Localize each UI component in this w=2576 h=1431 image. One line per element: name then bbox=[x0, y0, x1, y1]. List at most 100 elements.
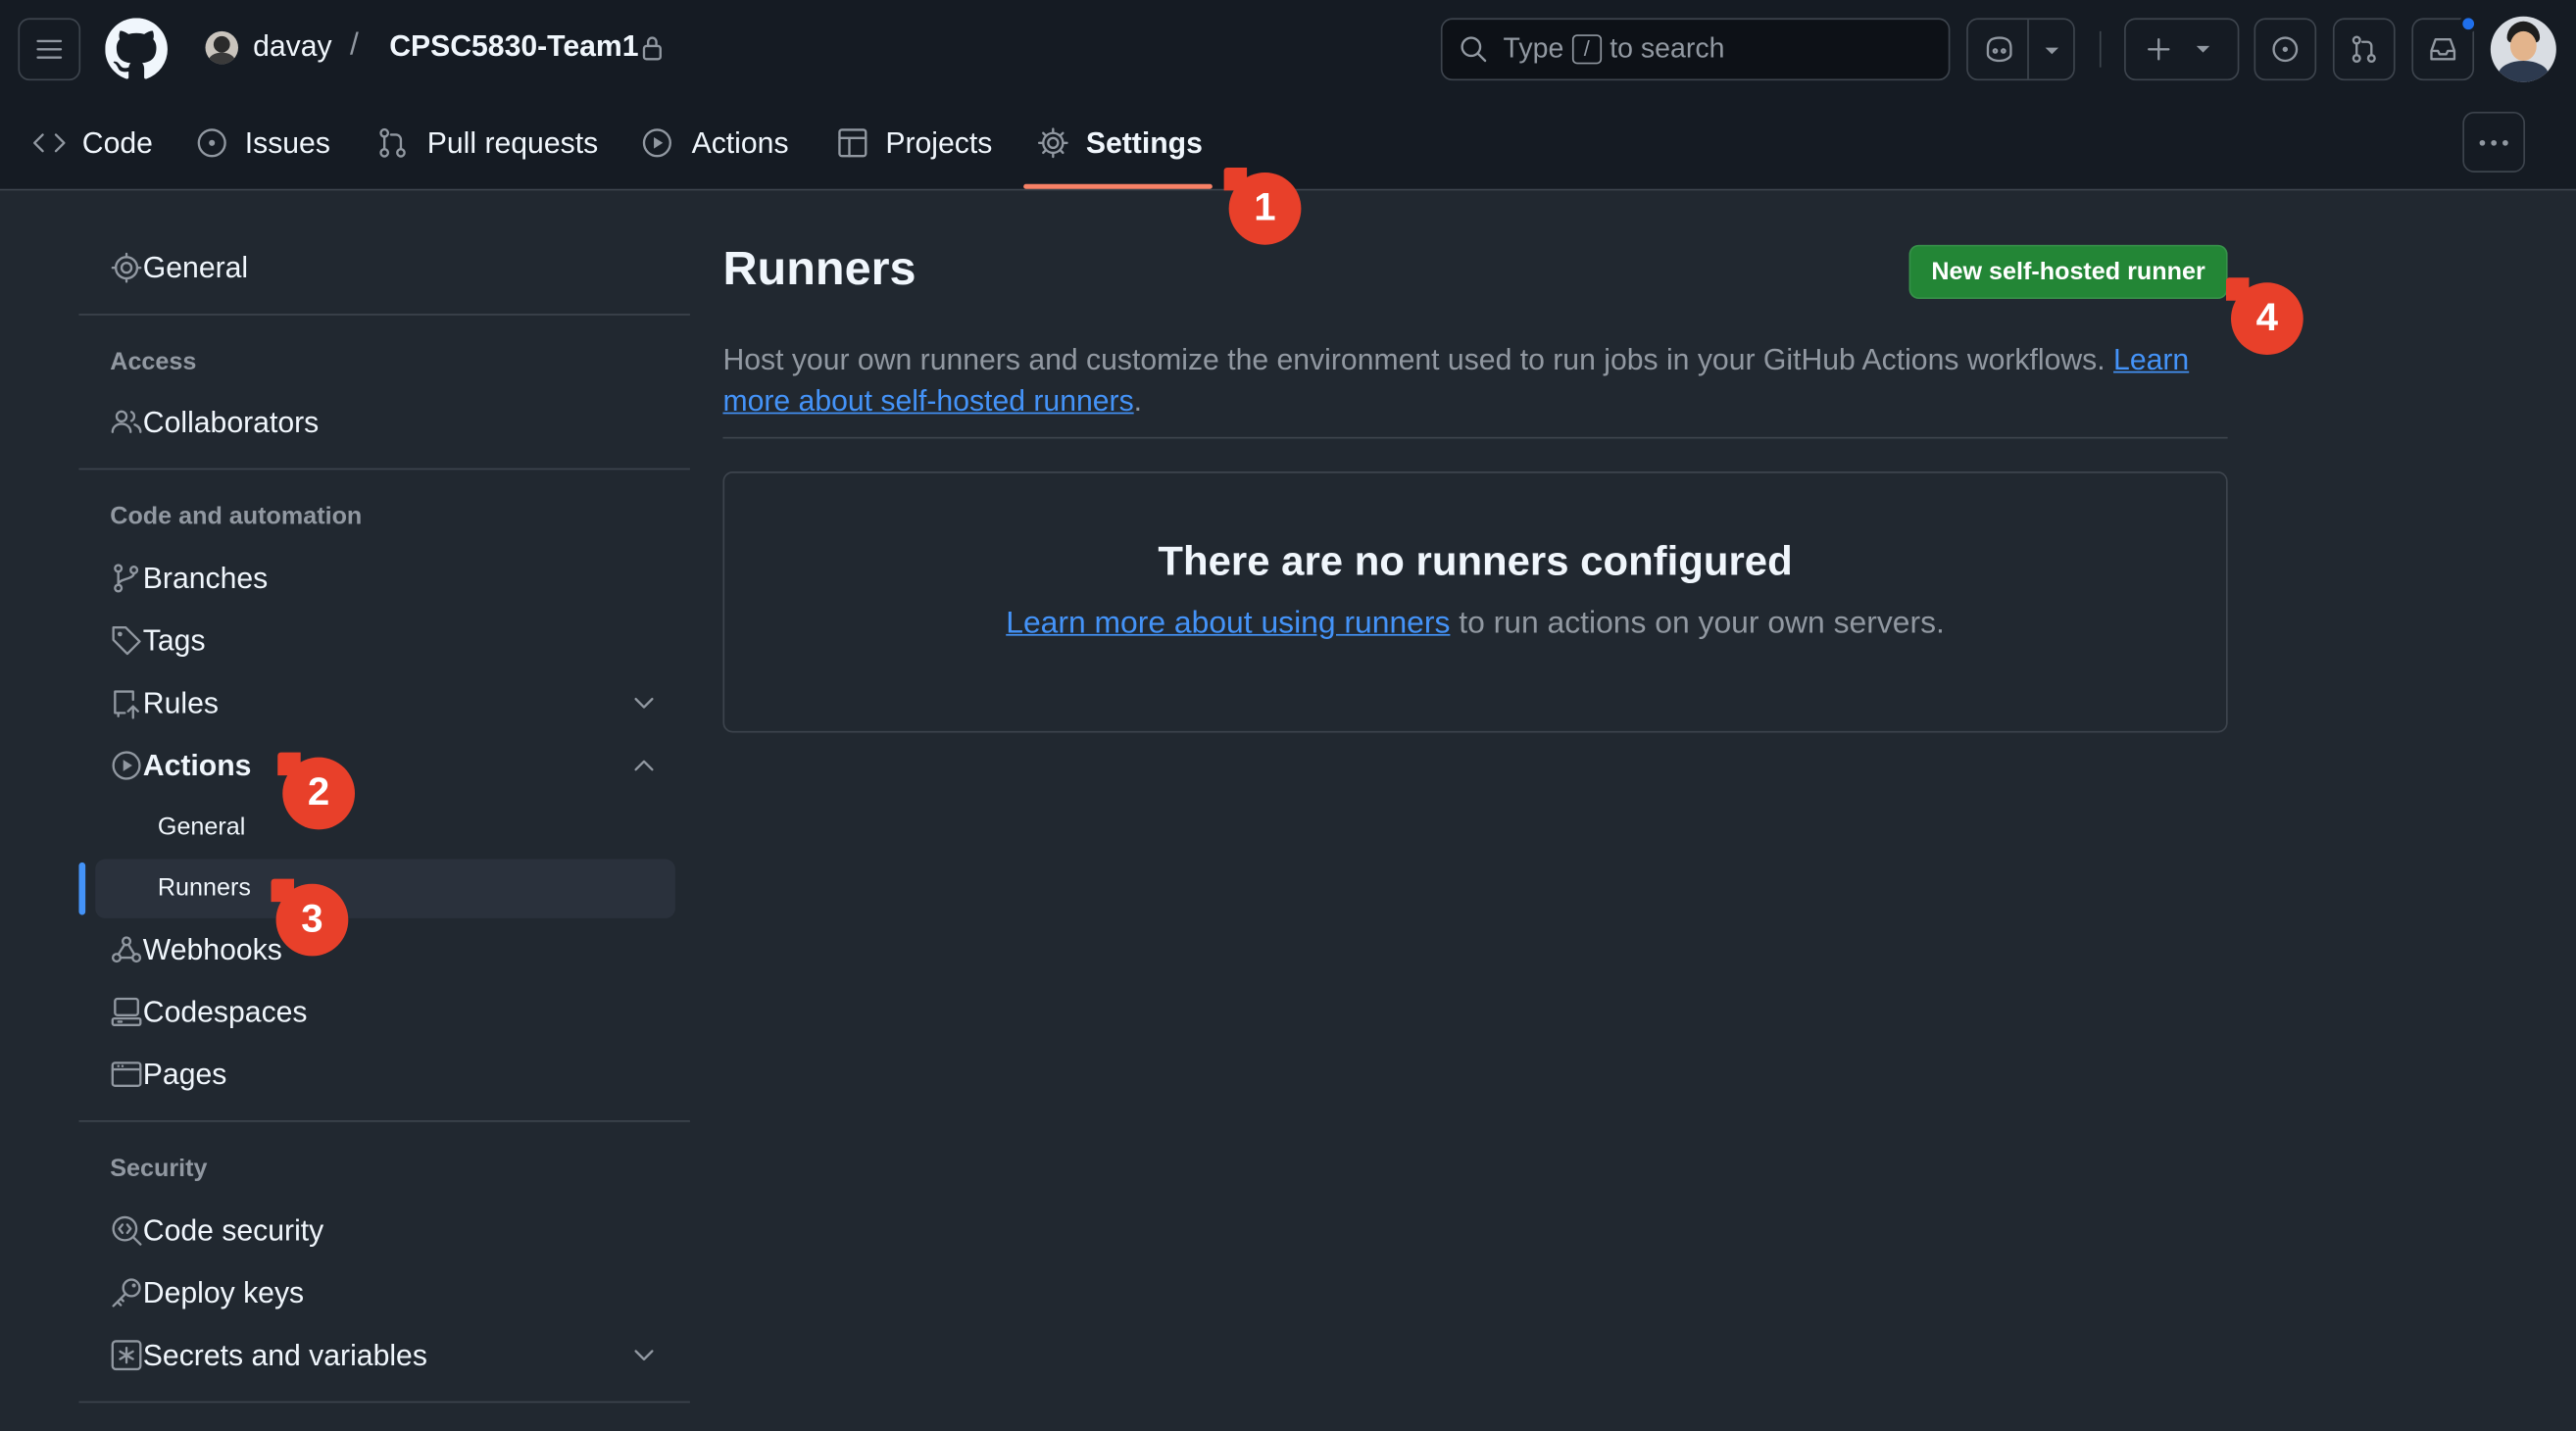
search-shortcut-key: / bbox=[1571, 34, 1602, 65]
plus-icon bbox=[2148, 38, 2170, 61]
sidebar-divider bbox=[78, 314, 690, 316]
people-icon bbox=[111, 410, 142, 433]
sidebar-item-label: Pages bbox=[142, 1057, 227, 1091]
sidebar-item-label: Codespaces bbox=[142, 994, 308, 1028]
annotation-marker: 2 bbox=[277, 752, 356, 830]
tab-code[interactable]: Code bbox=[33, 115, 153, 171]
sidebar-divider bbox=[78, 1401, 690, 1404]
repo-name-link[interactable]: CPSC5830-Team1 bbox=[389, 29, 638, 64]
blankslate-heading: There are no runners configured bbox=[1158, 538, 1793, 585]
annotation-marker: 3 bbox=[271, 878, 349, 957]
tab-actions-label: Actions bbox=[691, 125, 789, 159]
chevron-down-icon bbox=[2045, 47, 2059, 55]
sidebar-item-label: Rules bbox=[142, 685, 219, 719]
tab-pull-requests[interactable]: Pull requests bbox=[376, 115, 598, 171]
github-logo-icon[interactable] bbox=[105, 18, 168, 80]
copilot-button[interactable] bbox=[1966, 18, 2075, 81]
blankslate: There are no runners configured Learn mo… bbox=[722, 471, 2228, 733]
kebab-horizontal-icon bbox=[2479, 139, 2508, 145]
sidebar-item-general[interactable]: General bbox=[110, 243, 248, 292]
sidebar-heading-security: Security bbox=[110, 1155, 208, 1183]
tab-projects[interactable]: Projects bbox=[836, 115, 992, 171]
tab-projects-label: Projects bbox=[885, 125, 993, 159]
new-self-hosted-runner-button[interactable]: New self-hosted runner bbox=[1908, 244, 2228, 300]
sidebar-subitem-actions-general[interactable]: General bbox=[158, 814, 245, 841]
tab-code-label: Code bbox=[81, 125, 153, 159]
owner-avatar[interactable] bbox=[205, 30, 239, 65]
more-options-button[interactable] bbox=[2462, 111, 2526, 173]
key-icon bbox=[112, 1278, 141, 1308]
pull-request-icon bbox=[379, 127, 406, 158]
sidebar-item-actions[interactable]: Actions bbox=[110, 741, 251, 790]
breadcrumb-separator: / bbox=[349, 27, 359, 63]
sidebar-item-code-security[interactable]: Code security bbox=[110, 1206, 323, 1255]
sidebar-item-branches[interactable]: Branches bbox=[110, 554, 268, 603]
sidebar-divider bbox=[78, 468, 690, 470]
repo-owner-link[interactable]: davay bbox=[253, 29, 332, 64]
issue-icon bbox=[197, 128, 226, 158]
sidebar-subitem-runners[interactable]: Runners bbox=[95, 859, 675, 918]
sidebar-item-pages[interactable]: Pages bbox=[110, 1050, 226, 1099]
sidebar-item-label: Actions bbox=[142, 748, 252, 781]
learn-more-runners-link[interactable]: Learn more about using runners bbox=[1006, 606, 1450, 640]
play-icon bbox=[112, 751, 141, 780]
issue-icon bbox=[2272, 36, 2299, 63]
sidebar-item-codespaces[interactable]: Codespaces bbox=[110, 987, 308, 1036]
tab-settings[interactable]: Settings bbox=[1037, 115, 1203, 171]
play-icon bbox=[642, 128, 671, 158]
sidebar-item-webhooks[interactable]: Webhooks bbox=[110, 925, 282, 974]
tag-icon bbox=[112, 626, 141, 656]
tab-issues[interactable]: Issues bbox=[195, 115, 330, 171]
sidebar-item-secrets[interactable]: Secrets and variables bbox=[110, 1331, 427, 1380]
search-placeholder-prefix: Type bbox=[1503, 32, 1564, 65]
annotation-marker: 4 bbox=[2225, 277, 2304, 356]
codespaces-icon bbox=[111, 997, 142, 1026]
sidebar-item-label: Tags bbox=[142, 623, 206, 657]
code-icon bbox=[33, 133, 66, 153]
sidebar-item-deploy-keys[interactable]: Deploy keys bbox=[110, 1268, 304, 1317]
tab-issues-label: Issues bbox=[244, 125, 330, 159]
sidebar-item-label: Collaborators bbox=[142, 405, 320, 438]
page-description: Host your own runners and customize the … bbox=[722, 340, 2234, 422]
sidebar-item-rules[interactable]: Rules bbox=[110, 678, 219, 727]
sidebar-item-label: Deploy keys bbox=[142, 1275, 305, 1308]
copilot-icon bbox=[1986, 36, 2012, 63]
chevron-down-icon bbox=[2196, 45, 2210, 53]
user-avatar[interactable] bbox=[2490, 16, 2556, 82]
browser-icon bbox=[111, 1061, 142, 1088]
notification-dot bbox=[2458, 15, 2478, 33]
sidebar-item-collaborators[interactable]: Collaborators bbox=[110, 398, 319, 447]
chevron-down-icon[interactable] bbox=[631, 692, 658, 715]
menu-button[interactable] bbox=[18, 18, 81, 81]
blankslate-text: Learn more about using runners to run ac… bbox=[724, 606, 2226, 642]
sidebar-item-label: Branches bbox=[142, 561, 269, 594]
sidebar-item-label: Runners bbox=[157, 873, 251, 903]
sidebar-item-label: Webhooks bbox=[142, 932, 282, 965]
tab-pull-requests-label: Pull requests bbox=[426, 125, 599, 159]
chevron-down-icon[interactable] bbox=[631, 1344, 658, 1366]
active-tab-underline bbox=[1023, 183, 1213, 189]
webhook-icon bbox=[111, 936, 142, 963]
gear-icon bbox=[1037, 127, 1068, 159]
sidebar-item-tags[interactable]: Tags bbox=[110, 617, 206, 666]
chevron-up-icon[interactable] bbox=[631, 754, 658, 776]
table-icon bbox=[838, 128, 867, 158]
issues-button[interactable] bbox=[2254, 18, 2317, 81]
search-icon bbox=[1461, 36, 1487, 63]
rules-icon bbox=[114, 690, 139, 719]
search-input[interactable]: Type / to search bbox=[1440, 18, 1951, 81]
pull-request-icon bbox=[2352, 35, 2376, 64]
annotation-marker: 1 bbox=[1223, 167, 1302, 245]
pull-requests-button[interactable] bbox=[2332, 18, 2396, 81]
description-text: Host your own runners and customize the … bbox=[722, 343, 2105, 376]
header-divider bbox=[2099, 30, 2102, 68]
lock-icon bbox=[642, 36, 662, 61]
sidebar-item-label: Secrets and variables bbox=[142, 1338, 427, 1371]
blankslate-text-rest: to run actions on your own servers. bbox=[1459, 606, 1945, 641]
tab-actions[interactable]: Actions bbox=[641, 115, 789, 171]
sidebar-heading-code-automation: Code and automation bbox=[110, 502, 363, 531]
create-new-button[interactable] bbox=[2124, 18, 2240, 81]
hamburger-icon bbox=[36, 39, 63, 59]
gear-icon bbox=[111, 252, 142, 283]
sidebar-item-label: General bbox=[142, 250, 249, 284]
